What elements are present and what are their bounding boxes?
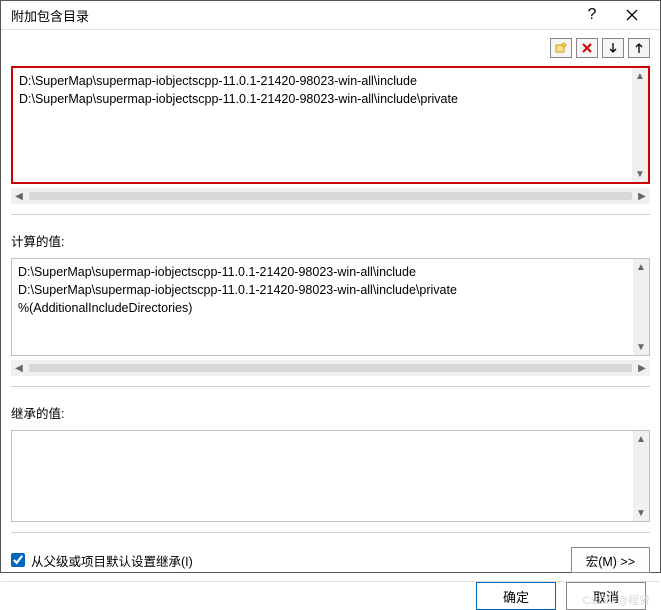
computed-label: 计算的值: [11, 231, 650, 250]
inherited-label: 继承的值: [11, 403, 650, 422]
horizontal-scrollbar[interactable]: ◀ ▶ [11, 188, 650, 204]
inherited-values-content [12, 431, 633, 521]
include-paths-content: D:\SuperMap\supermap-iobjectscpp-11.0.1-… [13, 68, 632, 182]
scroll-up-icon[interactable]: ▲ [633, 431, 649, 447]
dialog-window: 附加包含目录 ? D:\Super [0, 0, 661, 573]
close-button[interactable] [612, 1, 652, 29]
move-up-button[interactable] [628, 38, 650, 58]
scroll-right-icon[interactable]: ▶ [634, 360, 650, 376]
scroll-left-icon[interactable]: ◀ [11, 360, 27, 376]
inherit-checkbox-input[interactable] [11, 553, 25, 567]
scroll-track[interactable] [29, 192, 632, 200]
titlebar: 附加包含目录 ? [1, 1, 660, 30]
computed-item: %(AdditionalIncludeDirectories) [18, 299, 627, 317]
scroll-track[interactable] [29, 364, 632, 372]
inherited-values-box: ▲ ▼ [11, 430, 650, 522]
new-line-icon [555, 42, 567, 54]
inherit-checkbox[interactable]: 从父级或项目默认设置继承(I) [11, 551, 193, 570]
ok-button[interactable]: 确定 [476, 582, 556, 610]
list-toolbar [11, 38, 650, 58]
computed-item: D:\SuperMap\supermap-iobjectscpp-11.0.1-… [18, 281, 627, 299]
scroll-down-icon[interactable]: ▼ [633, 339, 649, 355]
help-button[interactable]: ? [572, 1, 612, 29]
scroll-left-icon[interactable]: ◀ [11, 188, 27, 204]
close-icon [626, 9, 638, 21]
scroll-up-icon[interactable]: ▲ [632, 68, 648, 84]
computed-values-box: D:\SuperMap\supermap-iobjectscpp-11.0.1-… [11, 258, 650, 356]
scroll-up-icon[interactable]: ▲ [633, 259, 649, 275]
delete-button[interactable] [576, 38, 598, 58]
dialog-body: D:\SuperMap\supermap-iobjectscpp-11.0.1-… [1, 30, 660, 581]
cancel-button[interactable]: 取消 [566, 582, 646, 610]
scroll-right-icon[interactable]: ▶ [634, 188, 650, 204]
computed-values-content: D:\SuperMap\supermap-iobjectscpp-11.0.1-… [12, 259, 633, 355]
window-title: 附加包含目录 [11, 6, 572, 25]
path-item[interactable]: D:\SuperMap\supermap-iobjectscpp-11.0.1-… [19, 72, 626, 90]
divider [11, 532, 650, 533]
inherit-row: 从父级或项目默认设置继承(I) 宏(M) >> [11, 547, 650, 573]
move-down-button[interactable] [602, 38, 624, 58]
divider [11, 386, 650, 387]
divider [11, 214, 650, 215]
arrow-down-icon [607, 42, 619, 54]
vertical-scrollbar[interactable]: ▲ ▼ [632, 68, 648, 182]
horizontal-scrollbar[interactable]: ◀ ▶ [11, 360, 650, 376]
scroll-down-icon[interactable]: ▼ [633, 505, 649, 521]
macro-button[interactable]: 宏(M) >> [571, 547, 650, 573]
vertical-scrollbar[interactable]: ▲ ▼ [633, 431, 649, 521]
include-paths-list[interactable]: D:\SuperMap\supermap-iobjectscpp-11.0.1-… [11, 66, 650, 184]
delete-icon [581, 42, 593, 54]
new-line-button[interactable] [550, 38, 572, 58]
inherit-checkbox-label: 从父级或项目默认设置继承(I) [31, 551, 193, 570]
computed-item: D:\SuperMap\supermap-iobjectscpp-11.0.1-… [18, 263, 627, 281]
arrow-up-icon [633, 42, 645, 54]
scroll-down-icon[interactable]: ▼ [632, 166, 648, 182]
dialog-footer: 确定 取消 CSDN @程贤 [1, 581, 660, 610]
path-item[interactable]: D:\SuperMap\supermap-iobjectscpp-11.0.1-… [19, 90, 626, 108]
vertical-scrollbar[interactable]: ▲ ▼ [633, 259, 649, 355]
